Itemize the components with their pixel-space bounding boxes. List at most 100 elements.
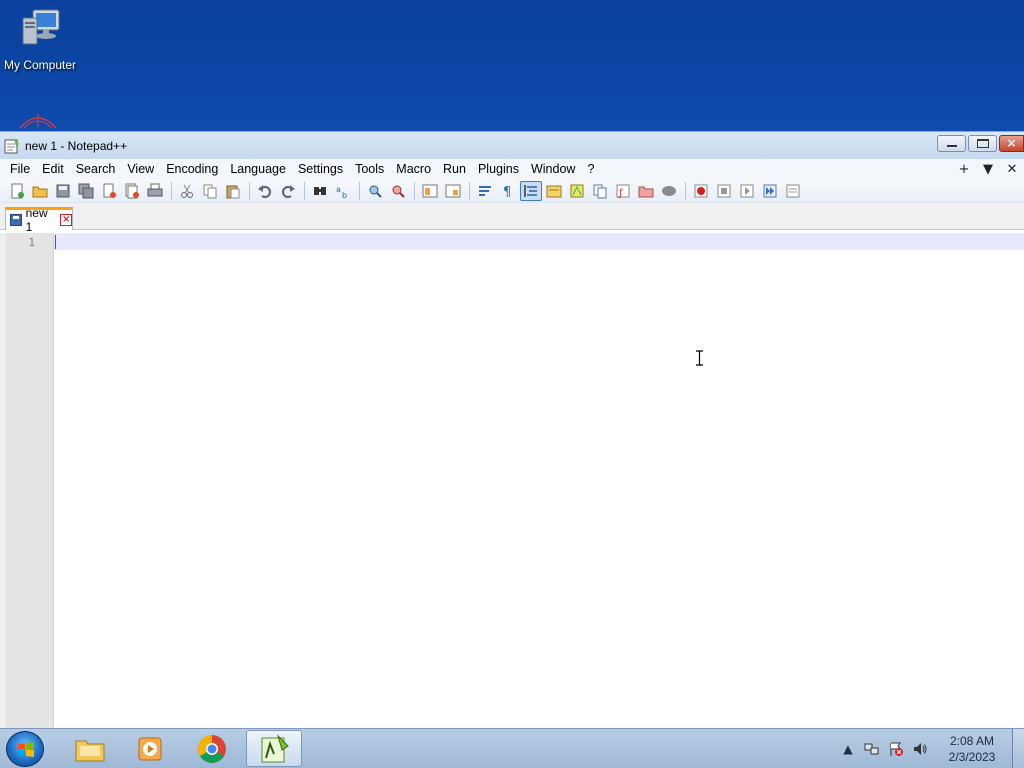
clock[interactable]: 2:08 AM 2/3/2023 [938, 733, 1006, 765]
media-player-icon [138, 737, 162, 760]
udl-icon [546, 185, 562, 197]
play-macro-button[interactable] [736, 181, 758, 201]
monitor-button[interactable] [658, 181, 680, 201]
system-tray: ▲ 2:08 AM 2/3/2023 [836, 729, 1024, 768]
menu-language[interactable]: Language [224, 160, 292, 178]
toolbar: ab ¶ ƒ [0, 179, 1024, 203]
menu-file[interactable]: File [4, 160, 36, 178]
close-window-button[interactable]: × [999, 135, 1024, 152]
show-desktop-button[interactable] [1012, 729, 1024, 768]
tab-close-icon[interactable]: × [60, 214, 72, 226]
copy-button[interactable] [199, 181, 221, 201]
play-macro-icon [740, 184, 754, 197]
sync-horizontal-icon [445, 184, 461, 197]
maximize-button[interactable] [968, 135, 997, 152]
windows-logo-icon [18, 742, 34, 757]
doc-map-icon [570, 184, 584, 197]
minimize-button[interactable] [937, 135, 966, 152]
tab-label: new 1 [25, 206, 48, 234]
menu-encoding[interactable]: Encoding [160, 160, 224, 178]
close-icon: × [1006, 136, 1017, 150]
menu-search[interactable]: Search [70, 160, 122, 178]
close-all-icon [125, 183, 139, 198]
save-macro-button[interactable] [782, 181, 804, 201]
print-button[interactable] [144, 181, 166, 201]
indent-guide-button[interactable] [520, 180, 542, 201]
undo-icon [258, 184, 272, 198]
redo-icon [281, 184, 295, 198]
find-button[interactable] [309, 181, 331, 201]
function-list-button[interactable]: ƒ [612, 181, 634, 201]
save-all-button[interactable] [75, 181, 97, 201]
menu-help[interactable]: ? [581, 160, 600, 178]
close-all-button[interactable] [121, 181, 143, 201]
network-icon[interactable] [863, 740, 881, 758]
sync-vertical-icon [422, 184, 438, 197]
taskbar-chrome[interactable] [184, 730, 240, 767]
action-center-flag-icon[interactable] [887, 740, 905, 758]
redo-button[interactable] [277, 181, 299, 201]
cut-icon [181, 184, 193, 198]
save-macro-icon [786, 184, 800, 197]
notepadpp-icon [261, 733, 289, 762]
show-all-chars-button[interactable]: ¶ [497, 181, 519, 201]
title-bar[interactable]: new 1 - Notepad++ × [0, 132, 1024, 159]
new-file-button[interactable] [6, 181, 28, 201]
save-button[interactable] [52, 181, 74, 201]
undo-button[interactable] [254, 181, 276, 201]
tab-new-1[interactable]: new 1 × [5, 206, 73, 234]
cut-button[interactable] [176, 181, 198, 201]
toolbar-separator [304, 181, 305, 200]
save-icon [56, 184, 70, 197]
open-file-button[interactable] [29, 181, 51, 201]
maximize-icon [977, 139, 989, 148]
menu-macro[interactable]: Macro [390, 160, 437, 178]
taskbar-explorer[interactable] [62, 730, 118, 767]
doc-list-button[interactable] [589, 181, 611, 201]
clock-date: 2/3/2023 [948, 750, 996, 764]
close-doc-button[interactable]: ✕ [1000, 162, 1024, 177]
show-hidden-icons-button[interactable]: ▲ [839, 740, 857, 758]
sync-horizontal-button[interactable] [442, 181, 464, 201]
toolbar-separator [171, 181, 172, 200]
close-button[interactable] [98, 181, 120, 201]
volume-icon[interactable] [911, 740, 929, 758]
word-wrap-button[interactable] [474, 181, 496, 201]
paste-button[interactable] [222, 181, 244, 201]
stop-macro-button[interactable] [713, 181, 735, 201]
line-number: 1 [28, 236, 35, 249]
menu-settings[interactable]: Settings [292, 160, 349, 178]
sync-vertical-button[interactable] [419, 181, 441, 201]
zoom-in-button[interactable] [364, 181, 386, 201]
doc-map-button[interactable] [566, 181, 588, 201]
toolbar-separator [359, 181, 360, 200]
taskbar-media-player[interactable] [122, 730, 178, 767]
editor-area[interactable]: 1 [0, 233, 1024, 729]
udl-button[interactable] [543, 181, 565, 201]
zoom-out-button[interactable] [387, 181, 409, 201]
svg-text:a: a [336, 185, 341, 194]
new-tab-button[interactable]: + [952, 162, 976, 177]
computer-icon [17, 6, 63, 52]
text-caret [55, 235, 56, 249]
folder-workspace-button[interactable] [635, 181, 657, 201]
svg-text:b: b [342, 191, 347, 199]
menu-plugins[interactable]: Plugins [472, 160, 525, 178]
menu-view[interactable]: View [121, 160, 160, 178]
start-button[interactable] [6, 731, 44, 767]
replace-icon: ab [336, 185, 347, 199]
menu-tools[interactable]: Tools [349, 160, 390, 178]
open-file-icon [32, 186, 48, 197]
menu-run[interactable]: Run [437, 160, 472, 178]
record-macro-button[interactable] [690, 181, 712, 201]
desktop-icon-label: My Computer [3, 58, 77, 72]
taskbar-notepadpp[interactable] [246, 730, 302, 767]
tab-list-button[interactable]: ▼ [976, 162, 1000, 177]
line-number-gutter: 1 [6, 233, 54, 729]
menu-bar: File Edit Search View Encoding Language … [0, 159, 1024, 179]
desktop-icon-my-computer[interactable]: My Computer [0, 6, 80, 72]
replace-button[interactable]: ab [332, 181, 354, 201]
run-macro-multiple-button[interactable] [759, 181, 781, 201]
menu-edit[interactable]: Edit [36, 160, 70, 178]
menu-window[interactable]: Window [525, 160, 581, 178]
